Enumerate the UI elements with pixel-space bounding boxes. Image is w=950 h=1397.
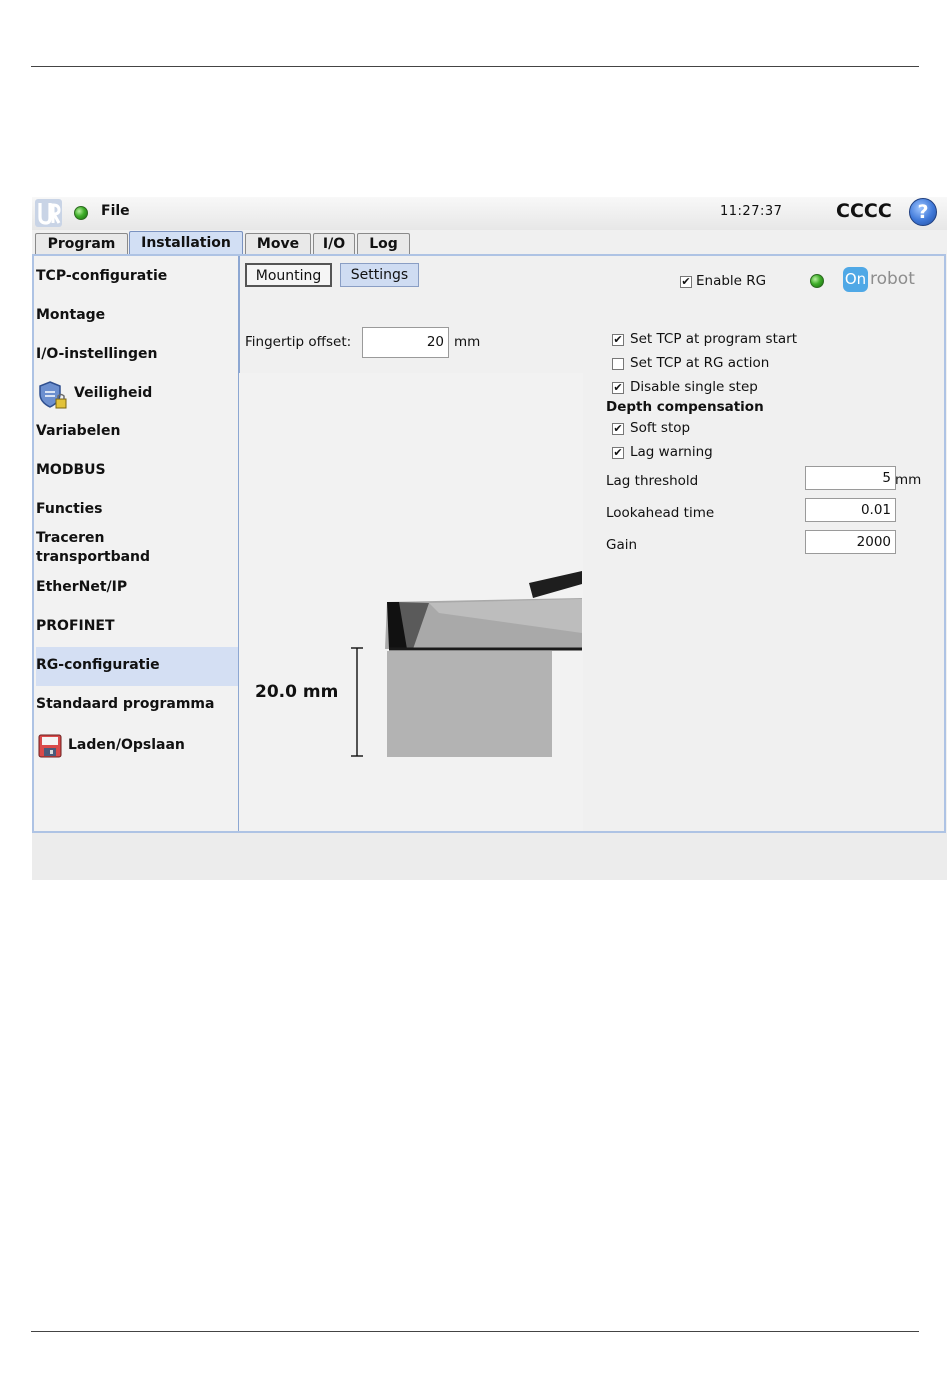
lag-threshold-label: Lag threshold: [606, 473, 699, 489]
sidebar-item-label: Laden/Opslaan: [68, 737, 185, 753]
sidebar-item-label: PROFINET: [36, 618, 115, 634]
sidebar-item-label: transportband: [36, 549, 151, 565]
sidebar-item-label: EtherNet/IP: [36, 579, 128, 595]
disable-single-step-label: Disable single step: [630, 379, 758, 395]
sidebar-item-profinet[interactable]: PROFINET: [36, 618, 238, 642]
help-icon[interactable]: ?: [909, 198, 937, 226]
lag-warning-checkbox[interactable]: ✔: [612, 447, 624, 459]
robot-status-icon: [74, 206, 88, 220]
tab-io[interactable]: I/O: [313, 233, 355, 254]
onrobot-logo: On robot: [843, 267, 915, 293]
shield-lock-icon: [39, 381, 67, 409]
gain-label: Gain: [606, 537, 638, 553]
sidebar-item-ethernet-ip[interactable]: EtherNet/IP: [36, 579, 238, 603]
page-top-rule: [31, 66, 919, 67]
file-menu[interactable]: File: [101, 203, 130, 219]
subtab-mounting[interactable]: Mounting: [245, 263, 332, 287]
soft-stop-checkbox[interactable]: ✔: [612, 423, 624, 435]
sidebar-item-label: Standaard programma: [36, 696, 215, 712]
sidebar-item-label: Variabelen: [36, 423, 121, 439]
sidebar-item-label: Veiligheid: [74, 385, 153, 401]
set-tcp-rg-action-checkbox[interactable]: [612, 358, 624, 370]
enable-rg-checkbox[interactable]: ✔: [680, 276, 692, 288]
lag-threshold-input[interactable]: 5: [805, 466, 896, 490]
page-bottom-rule: [31, 1331, 919, 1332]
onrobot-logo-text: robot: [870, 269, 915, 289]
bottom-bar: [32, 833, 947, 880]
lookahead-time-label: Lookahead time: [606, 505, 715, 521]
sidebar-item-label: I/O-instellingen: [36, 346, 158, 362]
lag-warning-label: Lag warning: [630, 444, 713, 460]
sidebar-item-label: MODBUS: [36, 462, 106, 478]
fingertip-offset-input[interactable]: 20: [362, 327, 449, 358]
sidebar-item-tcp-configuratie[interactable]: TCP-configuratie: [36, 268, 238, 292]
sidebar-item-standaard-programma[interactable]: Standaard programma: [36, 696, 238, 720]
sidebar-item-label: Traceren: [36, 530, 105, 546]
sidebar-item-traceren-transportband[interactable]: Traceren transportband: [36, 530, 238, 570]
disable-single-step-checkbox[interactable]: ✔: [612, 382, 624, 394]
sidebar-item-io-instellingen[interactable]: I/O-instellingen: [36, 346, 238, 370]
sidebar-item-montage[interactable]: Montage: [36, 307, 238, 331]
sidebar-item-functies[interactable]: Functies: [36, 501, 238, 525]
main-tabs: Program Installation Move I/O Log: [32, 230, 947, 254]
fingertip-dimension-label: 20.0 mm: [255, 682, 339, 702]
tab-program[interactable]: Program: [35, 233, 128, 254]
onrobot-logo-mark: On: [843, 267, 868, 292]
robot-ui-screenshot: File 11:27:37 CCCC ? Program Installatio…: [32, 197, 947, 880]
rg-status-icon: [810, 274, 824, 288]
sidebar-item-label: TCP-configuratie: [36, 268, 168, 284]
set-tcp-program-start-checkbox[interactable]: ✔: [612, 334, 624, 346]
fingertip-offset-unit: mm: [454, 334, 481, 350]
robot-name: CCCC: [836, 200, 892, 222]
installation-sidebar: TCP-configuratie Montage I/O-instellinge…: [34, 256, 240, 831]
tab-move[interactable]: Move: [245, 233, 311, 254]
top-bar: File 11:27:37 CCCC ?: [32, 197, 947, 230]
sidebar-item-label: Montage: [36, 307, 106, 323]
subtab-settings[interactable]: Settings: [340, 263, 419, 287]
installation-panel: TCP-configuratie Montage I/O-instellinge…: [32, 254, 946, 833]
sidebar-item-label: Functies: [36, 501, 103, 517]
lag-threshold-unit: mm: [895, 472, 922, 488]
enable-rg-label: Enable RG: [696, 273, 767, 289]
sidebar-item-laden-opslaan[interactable]: Laden/Opslaan: [36, 732, 238, 760]
ur-logo-icon: [35, 199, 62, 227]
sidebar-item-rg-configuratie[interactable]: RG-configuratie: [36, 647, 238, 686]
lookahead-time-input[interactable]: 0.01: [805, 498, 896, 522]
set-tcp-program-start-label: Set TCP at program start: [630, 331, 797, 347]
gripper-3d-view: [239, 373, 583, 831]
tab-installation[interactable]: Installation: [129, 231, 243, 254]
sidebar-item-variabelen[interactable]: Variabelen: [36, 423, 238, 447]
gain-input[interactable]: 2000: [805, 530, 896, 554]
depth-compensation-heading: Depth compensation: [606, 399, 764, 415]
floppy-disk-icon: [38, 734, 62, 758]
clock: 11:27:37: [720, 204, 783, 219]
tab-log[interactable]: Log: [357, 233, 410, 254]
soft-stop-label: Soft stop: [630, 420, 691, 436]
sidebar-item-veiligheid[interactable]: Veiligheid: [36, 380, 238, 410]
fingertip-offset-label: Fingertip offset:: [245, 334, 352, 350]
sidebar-item-label: RG-configuratie: [36, 657, 160, 673]
sidebar-item-modbus[interactable]: MODBUS: [36, 462, 238, 486]
set-tcp-rg-action-label: Set TCP at RG action: [630, 355, 770, 371]
